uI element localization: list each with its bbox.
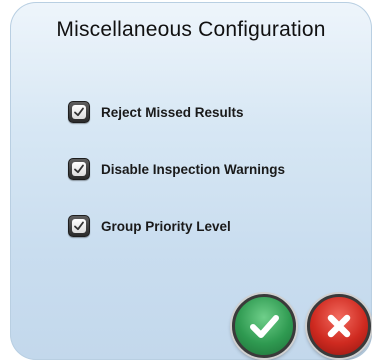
checkmark-icon [250, 315, 279, 338]
reject-missed-results-checkbox[interactable] [68, 101, 90, 123]
check-icon [74, 221, 84, 231]
option-reject-missed-results[interactable]: Reject Missed Results [68, 99, 244, 125]
cancel-button[interactable] [307, 294, 371, 358]
option-label: Reject Missed Results [101, 104, 244, 120]
check-icon [74, 164, 84, 174]
dialog-title: Miscellaneous Configuration [56, 18, 326, 41]
misc-config-dialog: Miscellaneous Configuration Reject Misse… [10, 2, 372, 360]
group-priority-level-checkbox[interactable] [68, 215, 90, 237]
check-icon [74, 107, 84, 117]
option-disable-inspection-warnings[interactable]: Disable Inspection Warnings [68, 156, 285, 182]
ok-button[interactable] [232, 294, 296, 358]
option-label: Group Priority Level [101, 218, 231, 234]
option-group-priority-level[interactable]: Group Priority Level [68, 213, 231, 239]
x-icon [327, 314, 351, 338]
option-label: Disable Inspection Warnings [101, 161, 286, 177]
disable-inspection-warnings-checkbox[interactable] [68, 158, 90, 180]
